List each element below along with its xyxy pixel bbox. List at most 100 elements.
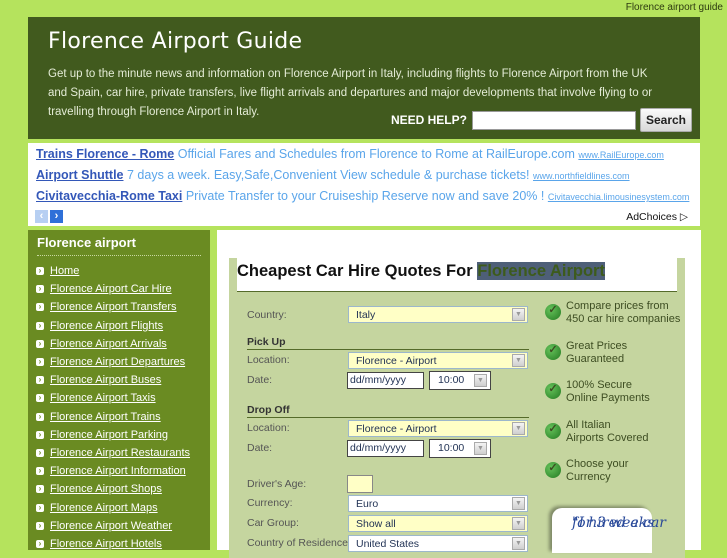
currency-label: Currency: <box>247 497 293 509</box>
ad-item: Civitavecchia-Rome Taxi Private Transfer… <box>36 189 689 203</box>
ad-text[interactable]: Official Fares and Schedules from Floren… <box>178 147 575 161</box>
sidebar-item-restaurants[interactable]: › Florence Airport Restaurants <box>36 444 190 462</box>
pickup-date-input[interactable]: dd/mm/yyyy <box>347 372 424 389</box>
ad-title-link[interactable]: Airport Shuttle <box>36 168 124 182</box>
sidebar-link[interactable]: Florence Airport Departures <box>50 356 185 368</box>
dropoff-time-select[interactable]: 10:00 ▼ <box>429 439 491 458</box>
sidebar-link[interactable]: Florence Airport Flights <box>50 320 163 332</box>
residence-select[interactable]: United States ▼ <box>348 535 528 552</box>
sidebar-link[interactable]: Florence Airport Shops <box>50 483 162 495</box>
search-input[interactable] <box>471 110 636 130</box>
sidebar-link[interactable]: Florence Airport Weather <box>50 520 172 532</box>
arrow-bullet-icon: › <box>36 521 44 530</box>
dropoff-location-select[interactable]: Florence - Airport ▼ <box>348 420 528 437</box>
feature-line: Online Payments <box>566 392 650 404</box>
currency-select[interactable]: Euro ▼ <box>348 495 528 512</box>
testimonial-line: for 3 weeks <box>572 515 655 531</box>
sidebar-link[interactable]: Florence Airport Taxis <box>50 392 156 404</box>
feature-text: Compare prices from 450 car hire companie… <box>566 300 680 326</box>
pickup-time-select[interactable]: 10:00 ▼ <box>429 371 491 390</box>
sidebar-item-maps[interactable]: › Florence Airport Maps <box>36 498 190 516</box>
sidebar-link[interactable]: Florence Airport Transfers <box>50 301 177 313</box>
ad-url-link[interactable]: Civitavecchia.limousinesystem.com <box>548 192 690 202</box>
ad-url-link[interactable]: www.northfieldlines.com <box>533 171 630 181</box>
arrow-bullet-icon: › <box>36 412 44 421</box>
dropoff-location-label: Location: <box>247 422 290 434</box>
sidebar-item-trains[interactable]: › Florence Airport Trains <box>36 408 190 426</box>
arrow-bullet-icon: › <box>36 285 44 294</box>
feature-item: ✓ Great Prices Guaranteed <box>545 340 627 366</box>
ad-text[interactable]: Private Transfer to your Cruiseship Rese… <box>186 189 545 203</box>
car-group-label: Car Group: <box>247 517 299 529</box>
sidebar: Florence airport › Home › Florence Airport… <box>28 230 210 550</box>
dropoff-heading: Drop Off <box>247 404 290 416</box>
arrow-bullet-icon: › <box>36 303 44 312</box>
arrow-bullet-icon: › <box>36 267 44 276</box>
feature-line: All Italian <box>566 419 611 431</box>
sidebar-item-arrivals[interactable]: › Florence Airport Arrivals <box>36 335 190 353</box>
sidebar-item-shops[interactable]: › Florence Airport Shops <box>36 480 190 498</box>
ad-item: Airport Shuttle 7 days a week. Easy,Safe… <box>36 168 630 182</box>
checkmark-icon: ✓ <box>545 304 561 320</box>
checkmark-icon: ✓ <box>545 344 561 360</box>
sidebar-item-buses[interactable]: › Florence Airport Buses <box>36 371 190 389</box>
feature-text: All Italian Airports Covered <box>566 419 649 445</box>
pickup-location-label: Location: <box>247 354 290 366</box>
sidebar-item-departures[interactable]: › Florence Airport Departures <box>36 353 190 371</box>
checkmark-icon: ✓ <box>545 423 561 439</box>
ad-block: Trains Florence - Rome Official Fares an… <box>28 143 700 226</box>
sidebar-item-hotels[interactable]: › Florence Airport Hotels <box>36 535 190 553</box>
sidebar-link[interactable]: Florence Airport Maps <box>50 502 158 514</box>
sidebar-link[interactable]: Florence Airport Information <box>50 465 186 477</box>
arrow-bullet-icon: › <box>36 394 44 403</box>
ad-title-link[interactable]: Trains Florence - Rome <box>36 147 174 161</box>
dropoff-date-input[interactable]: dd/mm/yyyy <box>347 440 424 457</box>
chevron-right-icon[interactable]: › <box>50 210 63 223</box>
sidebar-item-taxis[interactable]: › Florence Airport Taxis <box>36 389 190 407</box>
dropoff-date-label: Date: <box>247 442 273 454</box>
form-title-highlight: Florence Airport <box>477 262 605 280</box>
sidebar-item-weather[interactable]: › Florence Airport Weather <box>36 517 190 535</box>
dropdown-arrow-icon: ▼ <box>512 497 525 510</box>
dropoff-location-value: Florence - Airport <box>356 423 437 435</box>
adchoices-link[interactable]: AdChoices ▷ <box>626 211 688 223</box>
car-group-value: Show all <box>356 518 396 530</box>
ad-title-link[interactable]: Civitavecchia-Rome Taxi <box>36 189 182 203</box>
car-group-select[interactable]: Show all ▼ <box>348 515 528 532</box>
arrow-bullet-icon: › <box>36 503 44 512</box>
arrow-bullet-icon: › <box>36 430 44 439</box>
sidebar-item-flights[interactable]: › Florence Airport Flights <box>36 317 190 335</box>
sidebar-link[interactable]: Florence Airport Parking <box>50 429 168 441</box>
country-select[interactable]: Italy ▼ <box>348 306 528 323</box>
sidebar-item-car-hire[interactable]: › Florence Airport Car Hire <box>36 280 190 298</box>
sidebar-link[interactable]: Florence Airport Trains <box>50 411 161 423</box>
sidebar-link[interactable]: Home <box>50 265 79 277</box>
pickup-location-select[interactable]: Florence - Airport ▼ <box>348 352 528 369</box>
chevron-left-icon[interactable]: ‹ <box>35 210 48 223</box>
feature-line: 100% Secure <box>566 379 633 391</box>
pickup-divider <box>247 349 529 350</box>
ad-item: Trains Florence - Rome Official Fares an… <box>36 147 664 161</box>
sidebar-item-home[interactable]: › Home <box>36 262 190 280</box>
ad-text[interactable]: 7 days a week. Easy,Safe,Convenient View… <box>127 168 530 182</box>
ad-url-link[interactable]: www.RailEurope.com <box>578 150 664 160</box>
top-guide-link[interactable]: Florence airport guide <box>626 2 723 13</box>
sidebar-link[interactable]: Florence Airport Hotels <box>50 538 162 550</box>
sidebar-item-parking[interactable]: › Florence Airport Parking <box>36 426 190 444</box>
feature-text: 100% Secure Online Payments <box>566 379 650 405</box>
search-bar: NEED HELP? Search <box>391 108 692 132</box>
sidebar-item-information[interactable]: › Florence Airport Information <box>36 462 190 480</box>
sidebar-link[interactable]: Florence Airport Buses <box>50 374 161 386</box>
dropdown-arrow-icon: ▼ <box>512 517 525 530</box>
driver-age-label: Driver's Age: <box>247 478 307 490</box>
sidebar-link[interactable]: Florence Airport Car Hire <box>50 283 172 295</box>
dropdown-arrow-icon: ▼ <box>512 537 525 550</box>
search-button[interactable]: Search <box>639 108 692 132</box>
sidebar-link[interactable]: Florence Airport Arrivals <box>50 338 167 350</box>
sidebar-item-transfers[interactable]: › Florence Airport Transfers <box>36 298 190 316</box>
sidebar-link[interactable]: Florence Airport Restaurants <box>50 447 190 459</box>
feature-item: ✓ Compare prices from 450 car hire compan… <box>545 300 680 326</box>
driver-age-input[interactable] <box>347 475 373 493</box>
site-title[interactable]: Florence Airport Guide <box>48 29 302 54</box>
arrow-bullet-icon: › <box>36 448 44 457</box>
